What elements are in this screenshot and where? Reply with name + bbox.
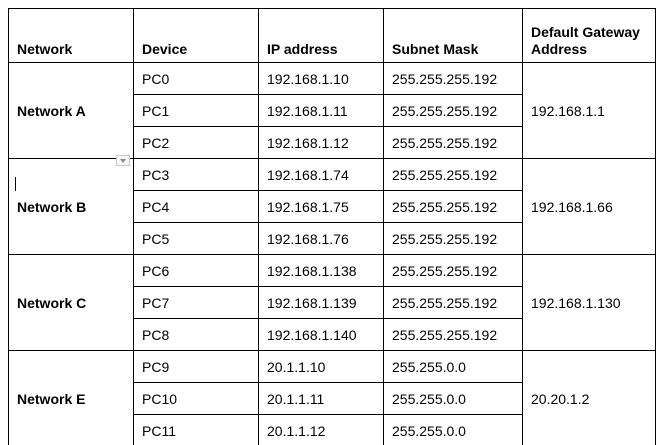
ip-address-cell: 20.1.1.10 <box>258 350 384 383</box>
table-row: Network E PC9 20.1.1.10 255.255.0.0 20.20.1.… <box>8 350 656 445</box>
network-name-cell: Network C <box>8 254 134 351</box>
header-network: Network <box>8 8 134 63</box>
subnet-mask-cell: 255.255.255.192 <box>383 62 523 95</box>
document-page: Network Device IP address Subnet Mask De… <box>0 0 666 445</box>
subnet-mask-cell: 255.255.0.0 <box>383 350 523 383</box>
network-table: Network Device IP address Subnet Mask De… <box>8 8 656 445</box>
table-body: Network A PC0 192.168.1.10 255.255.255.192 1… <box>8 62 656 445</box>
gateway-cell: 192.168.1.130 <box>522 254 656 351</box>
device-cell: PC2 <box>133 126 259 159</box>
chevron-down-icon[interactable] <box>116 155 130 166</box>
table-row: Network B PC3 192.168.1.74 255.255.255.192 1… <box>8 158 656 255</box>
ip-address-cell: 192.168.1.74 <box>258 158 384 191</box>
ip-address-cell: 192.168.1.12 <box>258 126 384 159</box>
device-cell: PC10 <box>133 382 259 415</box>
subnet-mask-cell: 255.255.255.192 <box>383 286 523 319</box>
gateway-cell: 20.20.1.2 <box>522 350 656 445</box>
subnet-mask-cell: 255.255.255.192 <box>383 318 523 351</box>
subnet-mask-cell: 255.255.255.192 <box>383 190 523 223</box>
gateway-cell: 192.168.1.1 <box>522 62 656 159</box>
subnet-mask-cell: 255.255.255.192 <box>383 158 523 191</box>
subnet-mask-cell: 255.255.255.192 <box>383 126 523 159</box>
device-cell: PC0 <box>133 62 259 95</box>
header-default-gateway: Default Gateway Address <box>522 8 656 63</box>
device-cell: PC7 <box>133 286 259 319</box>
text-cursor-icon <box>15 177 16 191</box>
device-cell: PC1 <box>133 94 259 127</box>
subnet-mask-cell: 255.255.255.192 <box>383 222 523 255</box>
table-row: Network A PC0 192.168.1.10 255.255.255.192 1… <box>8 62 656 159</box>
ip-address-cell: 192.168.1.139 <box>258 286 384 319</box>
table-row: Network C PC6 192.168.1.138 255.255.255.192… <box>8 254 656 351</box>
header-device: Device <box>133 8 259 63</box>
header-ip-address: IP address <box>258 8 384 63</box>
network-name-cell: Network A <box>8 62 134 159</box>
device-cell: PC6 <box>133 254 259 287</box>
table-header-row: Network Device IP address Subnet Mask De… <box>8 8 656 63</box>
ip-address-cell: 192.168.1.75 <box>258 190 384 223</box>
network-name-cell: Network B <box>8 158 134 255</box>
ip-address-cell: 192.168.1.138 <box>258 254 384 287</box>
subnet-mask-cell: 255.255.0.0 <box>383 414 523 445</box>
device-cell: PC9 <box>133 350 259 383</box>
ip-address-cell: 192.168.1.10 <box>258 62 384 95</box>
ip-address-cell: 192.168.1.76 <box>258 222 384 255</box>
network-name-cell: Network E <box>8 350 134 445</box>
ip-address-cell: 20.1.1.12 <box>258 414 384 445</box>
device-cell: PC3 <box>133 158 259 191</box>
ip-address-cell: 192.168.1.140 <box>258 318 384 351</box>
ip-address-cell: 20.1.1.11 <box>258 382 384 415</box>
ip-address-cell: 192.168.1.11 <box>258 94 384 127</box>
header-subnet-mask: Subnet Mask <box>383 8 523 63</box>
subnet-mask-cell: 255.255.255.192 <box>383 94 523 127</box>
device-cell: PC4 <box>133 190 259 223</box>
subnet-mask-cell: 255.255.255.192 <box>383 254 523 287</box>
device-cell: PC8 <box>133 318 259 351</box>
subnet-mask-cell: 255.255.0.0 <box>383 382 523 415</box>
gateway-cell: 192.168.1.66 <box>522 158 656 255</box>
device-cell: PC11 <box>133 414 259 445</box>
device-cell: PC5 <box>133 222 259 255</box>
